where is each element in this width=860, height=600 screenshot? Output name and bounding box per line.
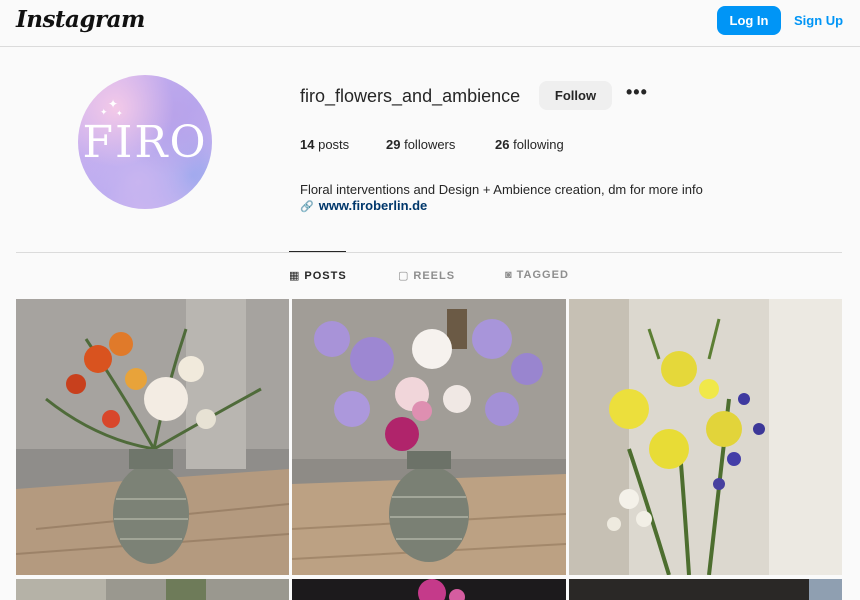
login-button[interactable]: Log In (717, 6, 781, 35)
instagram-logo[interactable]: Instagram (16, 6, 145, 33)
tab-tagged[interactable]: ◙ TAGGED (505, 269, 569, 281)
following-label: following (513, 137, 564, 152)
tabs-divider (16, 252, 842, 253)
tab-posts-label: POSTS (304, 270, 347, 282)
tab-tagged-label: TAGGED (516, 269, 569, 281)
avatar-logo-text: FIRO (82, 117, 208, 168)
tab-posts[interactable]: ▦ POSTS (289, 269, 347, 282)
profile-bio: Floral interventions and Design + Ambien… (300, 182, 703, 197)
link-icon: 🔗 (300, 201, 314, 213)
post-thumbnail[interactable] (16, 299, 289, 575)
follow-button[interactable]: Follow (539, 81, 612, 110)
posts-count: 14 (300, 137, 315, 152)
tab-reels-label: REELS (413, 270, 456, 282)
post-thumbnail[interactable] (569, 579, 842, 600)
profile-avatar[interactable]: ✦ ✦ ✦ FIRO (78, 75, 212, 209)
posts-stat: 14 posts (300, 137, 349, 152)
followers-stat[interactable]: 29 followers (386, 137, 455, 152)
following-count: 26 (495, 137, 510, 152)
followers-count: 29 (386, 137, 401, 152)
top-navigation-bar: Instagram Log In Sign Up (0, 0, 860, 47)
more-options-icon[interactable]: ••• (626, 82, 648, 103)
signup-link[interactable]: Sign Up (794, 13, 843, 28)
profile-username: firo_flowers_and_ambience (300, 86, 521, 106)
post-thumbnail[interactable] (569, 299, 842, 575)
post-thumbnail[interactable] (292, 299, 566, 575)
active-tab-indicator (289, 251, 346, 252)
followers-label: followers (404, 137, 456, 152)
tagged-icon: ◙ (505, 269, 513, 281)
website-link[interactable]: 🔗 www.firoberlin.de (300, 198, 427, 213)
post-thumbnail[interactable] (292, 579, 566, 600)
website-url: www.firoberlin.de (318, 198, 428, 213)
posts-label: posts (318, 137, 350, 152)
reels-icon: ▢ (398, 270, 410, 282)
following-stat[interactable]: 26 following (495, 137, 564, 152)
grid-icon: ▦ (289, 270, 301, 282)
post-thumbnail[interactable] (16, 579, 289, 600)
tab-reels[interactable]: ▢ REELS (398, 269, 455, 282)
